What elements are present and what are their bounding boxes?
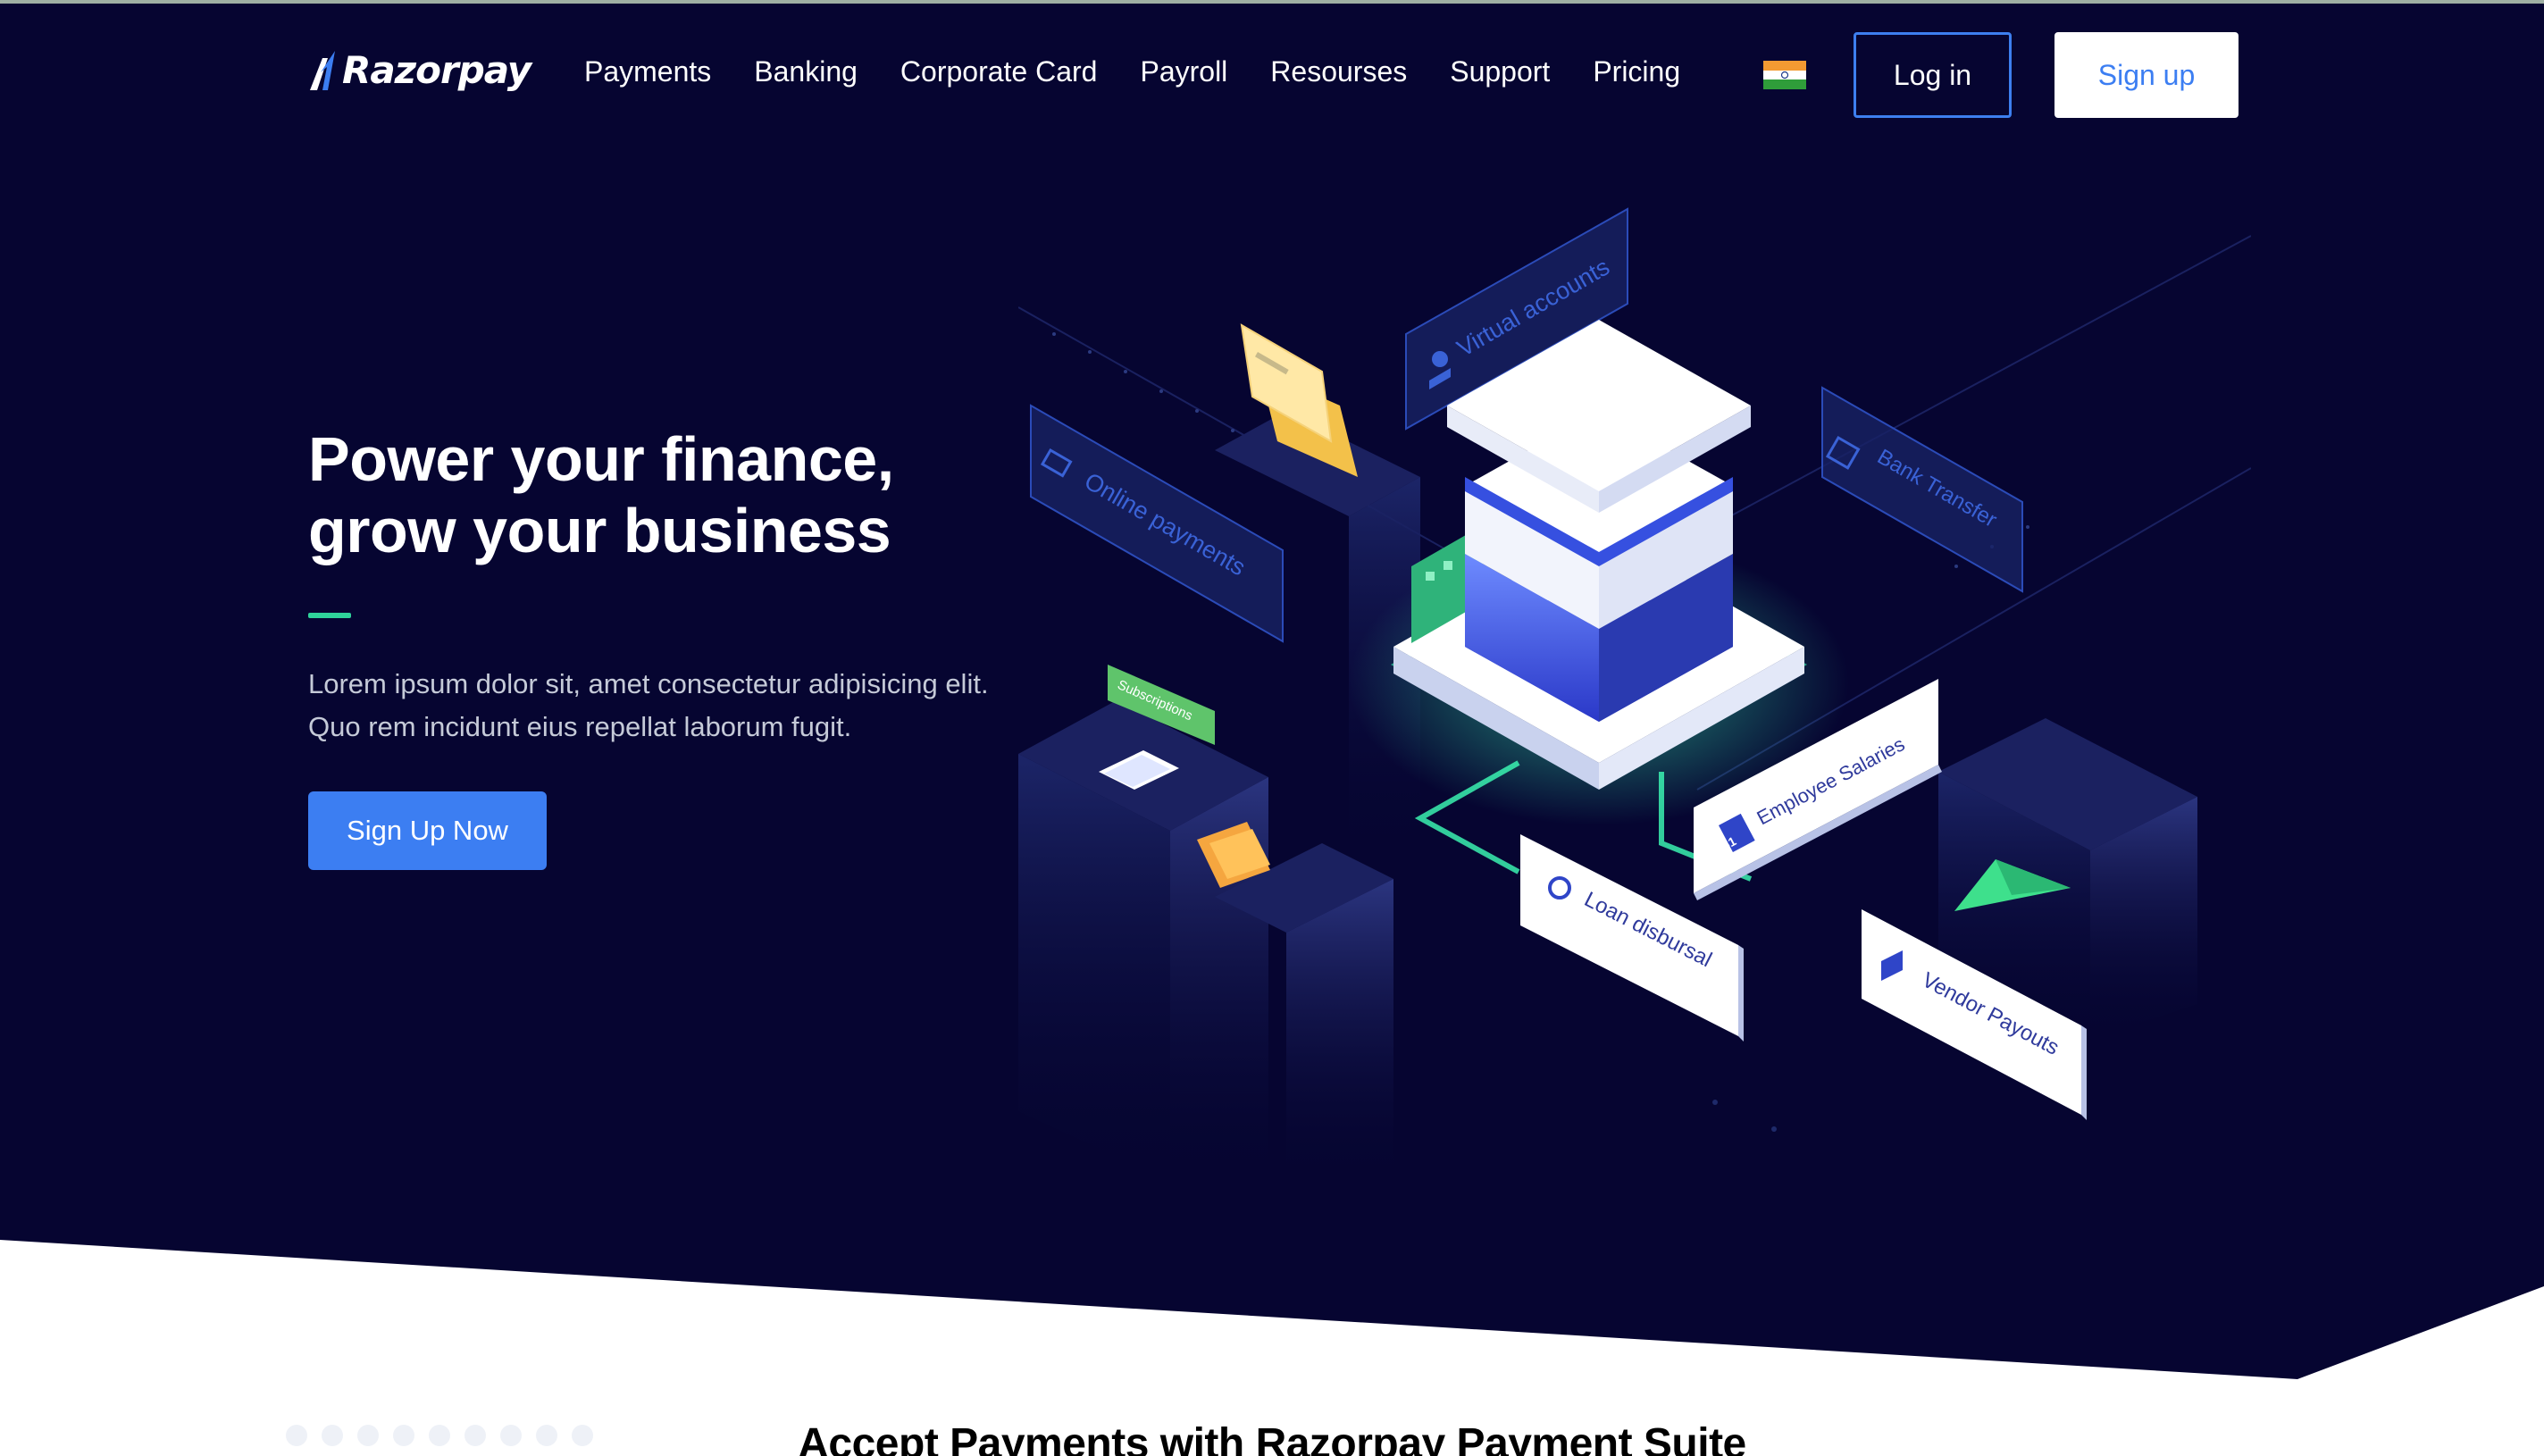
razorpay-logo-icon — [310, 50, 335, 90]
nav-link-resources[interactable]: Resourses — [1270, 55, 1407, 88]
india-flag-icon[interactable] — [1763, 61, 1806, 89]
signup-now-button[interactable]: Sign Up Now — [308, 791, 547, 870]
decorative-dot — [1771, 1126, 1777, 1132]
finance-illustration: Subscriptions Virtual accounts Online pa… — [1018, 207, 2251, 1183]
top-navigation: Razorpay Payments Banking Corporate Card… — [0, 4, 2544, 151]
nav-link-corporate-card[interactable]: Corporate Card — [900, 55, 1098, 88]
title-accent-bar — [308, 613, 351, 618]
central-building — [1447, 320, 1751, 722]
nav-link-payroll[interactable]: Payroll — [1140, 55, 1227, 88]
decorative-dot — [1712, 1100, 1718, 1105]
hero-section: Razorpay Payments Banking Corporate Card… — [0, 4, 2544, 1456]
hero-title: Power your finance, grow your business — [308, 423, 1112, 566]
bank-transfer-panel: Bank Transfer — [1821, 386, 2023, 593]
nav-links: Payments Banking Corporate Card Payroll … — [584, 55, 1723, 88]
section-title: Accept Payments with Razorpay Payment Su… — [798, 1420, 1746, 1456]
pillar-phone — [1018, 700, 1268, 1183]
nav-link-payments[interactable]: Payments — [584, 55, 711, 88]
nav-link-banking[interactable]: Banking — [754, 55, 858, 88]
logo-text: Razorpay — [342, 48, 531, 92]
signup-button[interactable]: Sign up — [2054, 32, 2239, 118]
hero-title-line-2: grow your business — [308, 496, 891, 565]
login-button[interactable]: Log in — [1854, 32, 2012, 118]
nav-link-support[interactable]: Support — [1450, 55, 1550, 88]
nav-link-pricing[interactable]: Pricing — [1593, 55, 1680, 88]
razorpay-logo[interactable]: Razorpay — [308, 48, 531, 92]
hero-title-line-1: Power your finance, — [308, 424, 894, 494]
hero-description: Lorem ipsum dolor sit, amet consectetur … — [308, 668, 989, 742]
